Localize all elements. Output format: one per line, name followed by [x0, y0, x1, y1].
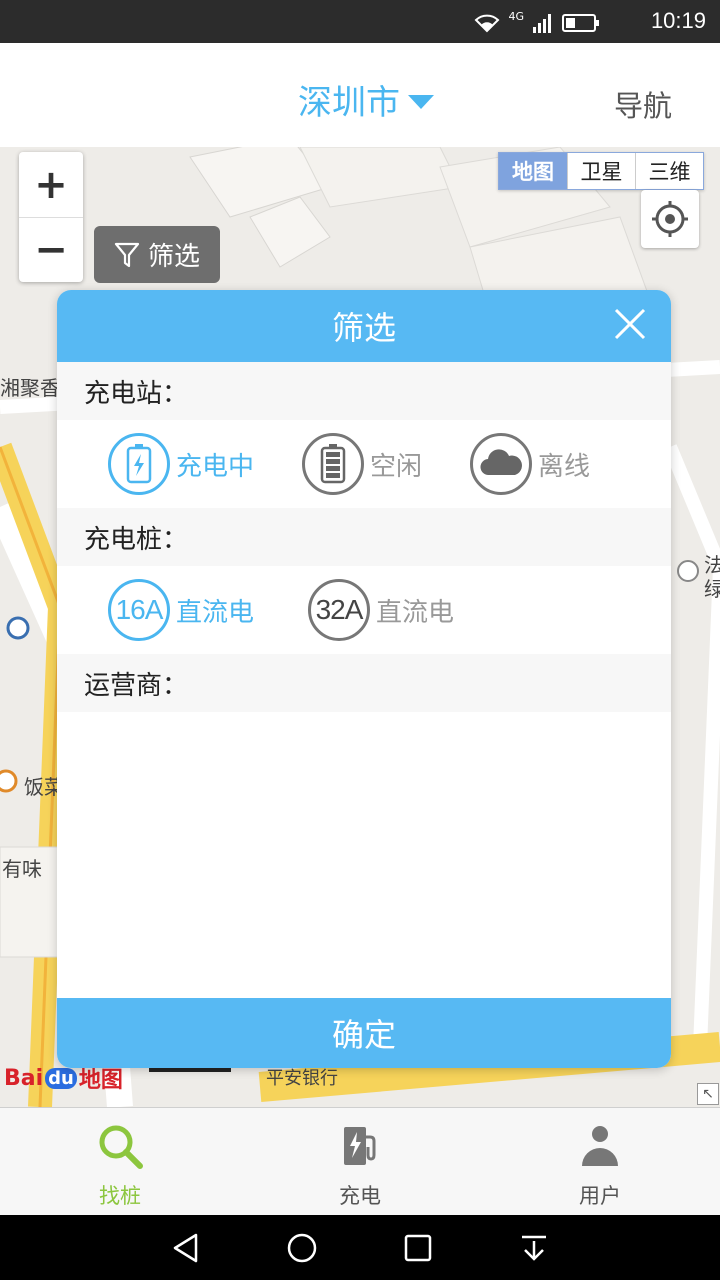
funnel-icon [114, 242, 140, 267]
clock: 10:19 [650, 8, 706, 33]
tab-user[interactable]: 用户 [480, 1108, 720, 1215]
caret-down-icon [408, 94, 434, 109]
expand-icon[interactable]: ↖ [697, 1083, 719, 1105]
filter-button-label: 筛选 [147, 242, 200, 272]
zoom-out-button[interactable]: − [19, 217, 83, 282]
cloud-icon [470, 433, 533, 495]
map-type-switcher: 地图 卫星 三维 [498, 152, 704, 190]
full-battery-icon [302, 433, 365, 495]
crosshair-icon [652, 201, 688, 237]
16a-badge: 16A [108, 579, 170, 641]
home-icon[interactable] [286, 1232, 318, 1264]
charging-battery-icon [108, 433, 170, 495]
modal-title: 筛选 [331, 309, 396, 347]
status-bar: 4G 10:19 [0, 0, 720, 43]
option-offline[interactable]: 离线 [470, 433, 590, 495]
city-selector[interactable]: 深圳市 [298, 75, 434, 124]
recents-icon[interactable] [402, 1232, 434, 1264]
option-32a-label: 直流电 [376, 597, 455, 628]
option-16a-label: 直流电 [176, 597, 255, 628]
option-charging-label: 充电中 [176, 451, 255, 482]
tab-find-pile[interactable]: 找桩 [0, 1108, 240, 1215]
status-icons: 4G [474, 10, 600, 33]
city-label: 深圳市 [298, 83, 400, 123]
map-type-standard[interactable]: 地图 [499, 153, 567, 189]
option-idle[interactable]: 空闲 [302, 433, 422, 495]
modal-header: 筛选 [57, 290, 671, 362]
search-icon [96, 1120, 144, 1172]
map-poi-label: 有味 [2, 857, 42, 881]
confirm-button[interactable]: 确定 [57, 998, 671, 1068]
signal-icon [533, 14, 551, 33]
pile-options: 16A 直流电 32A 直流电 [57, 566, 671, 654]
map-type-satellite[interactable]: 卫星 [567, 153, 635, 189]
tab-find-pile-label: 找桩 [99, 1184, 141, 1208]
battery-icon [562, 14, 599, 32]
charging-station-icon [342, 1120, 378, 1172]
navigation-button[interactable]: 导航 [614, 83, 672, 125]
option-offline-label: 离线 [538, 451, 591, 482]
logo-text: Bai [4, 1065, 44, 1091]
user-icon [580, 1120, 620, 1172]
station-section-title: 充电站： [57, 362, 671, 420]
top-header: 深圳市 导航 [0, 43, 720, 147]
option-idle-label: 空闲 [370, 451, 423, 482]
network-type-label: 4G [508, 10, 524, 23]
close-icon[interactable] [613, 307, 647, 341]
zoom-control: + − [19, 152, 83, 282]
tab-charge[interactable]: 充电 [240, 1108, 480, 1215]
operator-list [57, 712, 671, 986]
tab-user-label: 用户 [579, 1184, 621, 1208]
tab-charge-label: 充电 [339, 1184, 381, 1208]
map-poi-label: 湘聚香 [0, 376, 60, 400]
map-poi-label: 绿 [704, 577, 720, 601]
pile-section-title: 充电桩： [57, 508, 671, 566]
filter-button[interactable]: 筛选 [94, 226, 220, 283]
wifi-icon [475, 14, 500, 33]
filter-modal: 筛选 充电站： 充电中 空闲 离线 充电桩： 16A 直流电 32A 直流电 运… [57, 290, 671, 1068]
option-charging[interactable]: 充电中 [108, 433, 254, 495]
locate-button[interactable] [641, 190, 699, 248]
system-navigation-bar [0, 1215, 720, 1280]
32a-badge: 32A [308, 579, 371, 641]
map-type-3d[interactable]: 三维 [635, 153, 703, 189]
option-16a-dc[interactable]: 16A 直流电 [108, 579, 254, 641]
operator-section-title: 运营商： [57, 654, 671, 712]
logo-du: du [45, 1067, 77, 1089]
bottom-tab-bar: 找桩 充电 用户 [0, 1107, 720, 1215]
station-options: 充电中 空闲 离线 [57, 420, 671, 508]
map-scale-bar [149, 1068, 231, 1072]
notification-pulldown-icon[interactable] [518, 1232, 550, 1264]
option-32a-dc[interactable]: 32A 直流电 [308, 579, 454, 641]
zoom-in-button[interactable]: + [19, 152, 83, 217]
back-icon[interactable] [170, 1232, 202, 1264]
